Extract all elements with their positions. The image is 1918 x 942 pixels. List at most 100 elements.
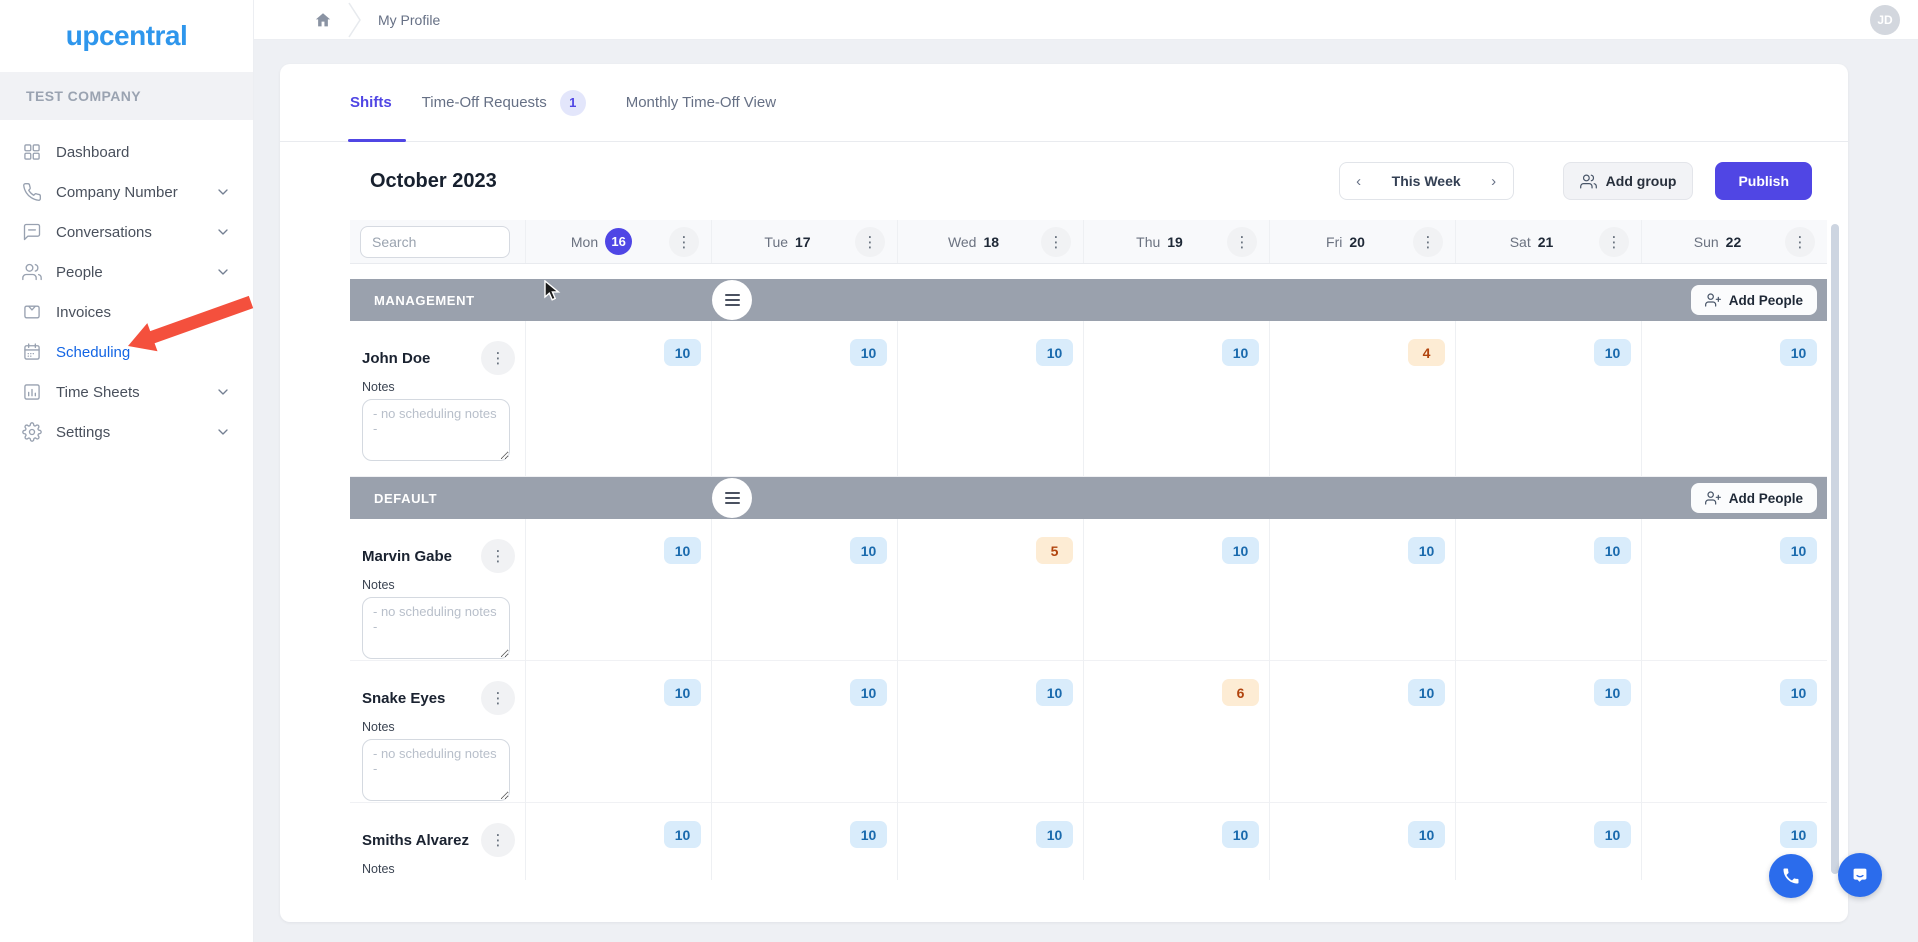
shift-count-badge: 10	[850, 339, 887, 366]
sidebar-item-invoices[interactable]: Invoices	[0, 292, 253, 332]
sidebar-item-label: Invoices	[56, 304, 111, 321]
previous-week-button[interactable]: ‹	[1340, 163, 1378, 199]
sidebar-item-label: Settings	[56, 424, 110, 441]
sidebar-item-people[interactable]: People	[0, 252, 253, 292]
add-people-button[interactable]: Add People	[1691, 483, 1817, 513]
shift-cell[interactable]: 10	[897, 803, 1083, 880]
tab-time-off-requests[interactable]: Time-Off Requests 1	[422, 64, 586, 141]
shift-cell[interactable]: 10	[1455, 321, 1641, 476]
shift-cell[interactable]: 10	[711, 661, 897, 806]
shift-cell[interactable]: 10	[525, 519, 711, 664]
group-name: DEFAULT	[374, 491, 437, 506]
schedule-table: Mon 16 ⋮ Tue 17 ⋮ Wed 18 ⋮ Thu 19 ⋮	[350, 220, 1839, 880]
notes-textarea[interactable]	[362, 597, 510, 659]
topbar: My Profile JD	[254, 0, 1918, 40]
shift-count-badge: 10	[1408, 821, 1445, 848]
day-header-sun: Sun 22 ⋮	[1641, 220, 1827, 263]
shift-cell[interactable]: 10	[1083, 803, 1269, 880]
day-menu-button[interactable]: ⋮	[1413, 227, 1443, 257]
brand-logo-text: upcentral	[66, 20, 188, 52]
shift-cell[interactable]: 5	[897, 519, 1083, 664]
user-avatar[interactable]: JD	[1870, 5, 1900, 35]
chevron-down-icon	[215, 224, 231, 240]
shift-cell[interactable]: 10	[525, 661, 711, 806]
add-people-button[interactable]: Add People	[1691, 285, 1817, 315]
sidebar-item-scheduling[interactable]: Scheduling	[0, 332, 253, 372]
notes-textarea[interactable]	[362, 399, 510, 461]
shift-count-badge: 10	[1408, 537, 1445, 564]
shift-count-badge: 6	[1222, 679, 1259, 706]
group-drag-handle[interactable]	[712, 478, 752, 518]
chevron-down-icon	[215, 424, 231, 440]
shift-cell[interactable]: 10	[1269, 661, 1455, 806]
sidebar-item-conversations[interactable]: Conversations	[0, 212, 253, 252]
day-header-mon: Mon 16 ⋮	[525, 220, 711, 263]
shift-cell[interactable]: 10	[1641, 519, 1827, 664]
add-group-button[interactable]: Add group	[1563, 162, 1694, 200]
breadcrumb-current[interactable]: My Profile	[378, 12, 440, 28]
shift-count-badge: 4	[1408, 339, 1445, 366]
shift-count-badge: 10	[664, 679, 701, 706]
shift-cell[interactable]: 10	[1455, 661, 1641, 806]
shift-cell[interactable]: 6	[1083, 661, 1269, 806]
shift-count-badge: 10	[1222, 537, 1259, 564]
publish-button[interactable]: Publish	[1715, 162, 1812, 200]
week-label[interactable]: This Week	[1378, 173, 1475, 189]
tab-shifts[interactable]: Shifts	[350, 64, 392, 141]
vertical-scrollbar[interactable]	[1831, 224, 1839, 874]
notes-textarea[interactable]	[362, 739, 510, 801]
shift-cell[interactable]: 10	[897, 661, 1083, 806]
sidebar-item-settings[interactable]: Settings	[0, 412, 253, 452]
day-menu-button[interactable]: ⋮	[1041, 227, 1071, 257]
employee-name: John Doe	[362, 350, 430, 367]
day-menu-button[interactable]: ⋮	[1227, 227, 1257, 257]
day-menu-button[interactable]: ⋮	[1599, 227, 1629, 257]
employee-name-cell: John Doe ⋮ Notes	[350, 321, 525, 476]
sidebar-item-time-sheets[interactable]: Time Sheets	[0, 372, 253, 412]
shift-cell[interactable]: 10	[525, 321, 711, 476]
employee-menu-button[interactable]: ⋮	[481, 539, 515, 573]
shift-cell[interactable]: 10	[711, 519, 897, 664]
shift-cell[interactable]: 10	[1641, 661, 1827, 806]
shift-count-badge: 10	[850, 821, 887, 848]
shift-count-badge: 10	[1036, 679, 1073, 706]
employee-menu-button[interactable]: ⋮	[481, 681, 515, 715]
day-menu-button[interactable]: ⋮	[1785, 227, 1815, 257]
day-menu-button[interactable]: ⋮	[855, 227, 885, 257]
day-header-tue: Tue 17 ⋮	[711, 220, 897, 263]
notes-label: Notes	[362, 578, 515, 592]
shift-cell[interactable]: 10	[897, 321, 1083, 476]
brand-logo: upcentral	[0, 0, 253, 72]
group-drag-handle[interactable]	[712, 280, 752, 320]
shift-cell[interactable]: 10	[1641, 321, 1827, 476]
shift-cell[interactable]: 10	[1083, 519, 1269, 664]
sidebar-item-company-number[interactable]: Company Number	[0, 172, 253, 212]
today-date-badge: 16	[605, 228, 632, 255]
sidebar: upcentral TEST COMPANY Dashboard Company…	[0, 0, 254, 942]
shift-cell[interactable]: 10	[1269, 519, 1455, 664]
chevron-down-icon	[215, 264, 231, 280]
next-week-button[interactable]: ›	[1475, 163, 1513, 199]
shift-cell[interactable]: 10	[711, 321, 897, 476]
user-plus-icon	[1705, 490, 1721, 506]
chat-widget-button[interactable]	[1838, 853, 1882, 897]
phone-call-button[interactable]	[1769, 854, 1813, 898]
shift-count-badge: 10	[1408, 679, 1445, 706]
company-selector[interactable]: TEST COMPANY	[0, 72, 253, 120]
search-input[interactable]	[360, 226, 510, 258]
shift-cell[interactable]: 10	[1455, 803, 1641, 880]
shift-cell[interactable]: 4	[1269, 321, 1455, 476]
shift-cell[interactable]: 10	[1083, 321, 1269, 476]
day-menu-button[interactable]: ⋮	[669, 227, 699, 257]
shift-cell[interactable]: 10	[1269, 803, 1455, 880]
employee-menu-button[interactable]: ⋮	[481, 823, 515, 857]
shift-cell[interactable]: 10	[711, 803, 897, 880]
shift-cell[interactable]: 10	[525, 803, 711, 880]
home-icon[interactable]	[314, 11, 332, 29]
tab-monthly-time-off-view[interactable]: Monthly Time-Off View	[626, 64, 776, 141]
shift-count-badge: 10	[1222, 339, 1259, 366]
shift-cell[interactable]: 10	[1455, 519, 1641, 664]
sidebar-item-dashboard[interactable]: Dashboard	[0, 132, 253, 172]
company-name: TEST COMPANY	[26, 88, 141, 104]
employee-menu-button[interactable]: ⋮	[481, 341, 515, 375]
